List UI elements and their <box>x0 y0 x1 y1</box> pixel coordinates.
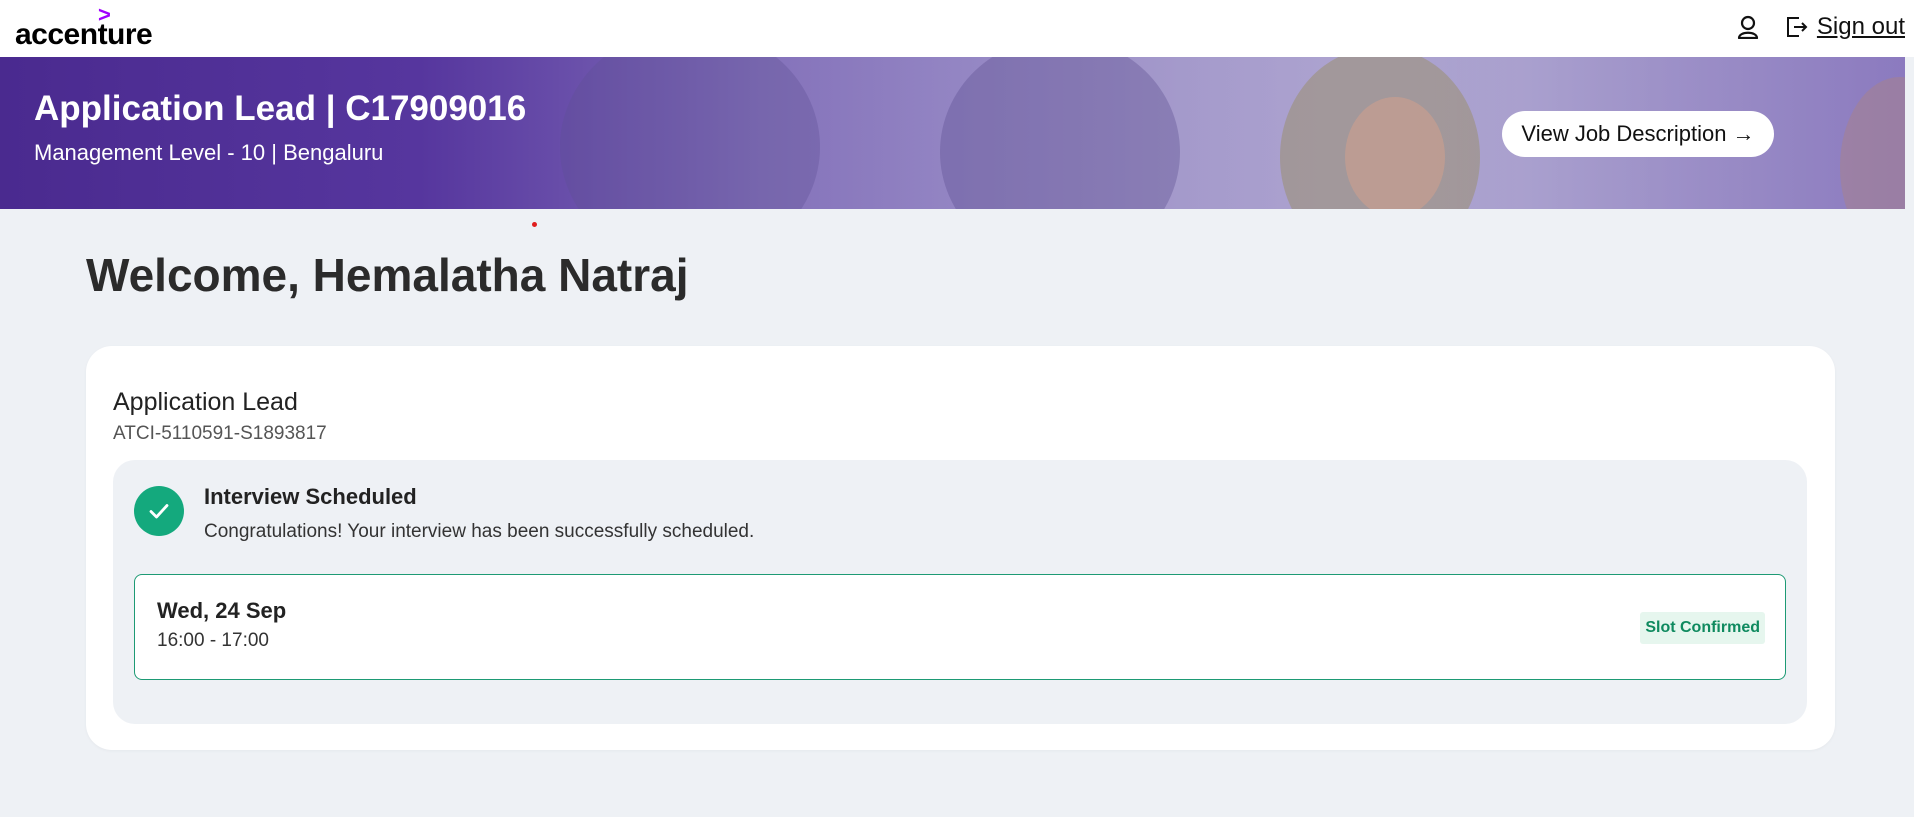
sign-out-icon <box>1786 17 1808 37</box>
banner-photo-shape <box>1345 97 1445 209</box>
job-title-banner: Application Lead | C17909016 <box>34 89 527 128</box>
user-icon <box>1737 15 1759 39</box>
banner-photo-shape <box>560 57 820 209</box>
check-icon <box>149 504 169 519</box>
slot-date: Wed, 24 Sep <box>157 598 287 623</box>
red-dot-marker <box>532 222 537 227</box>
banner-photo-shape <box>1840 77 1905 209</box>
top-actions: Sign out <box>1737 12 1905 42</box>
status-panel: Interview Scheduled Congratulations! You… <box>113 460 1807 724</box>
view-job-description-button[interactable]: View Job Description → <box>1502 111 1774 157</box>
slot-confirmed-badge: Slot Confirmed <box>1640 612 1765 644</box>
status-message: Congratulations! Your interview has been… <box>204 521 755 542</box>
interview-slot[interactable]: Wed, 24 Sep 16:00 - 17:00 Slot Confirmed <box>134 574 1786 680</box>
accenture-logo[interactable]: > accenture <box>15 2 165 51</box>
application-id: ATCI-5110591-S1893817 <box>113 423 327 444</box>
sign-out-label: Sign out <box>1816 13 1905 40</box>
top-bar: > accenture Sign out <box>0 0 1914 57</box>
banner-photo-shape <box>940 57 1180 209</box>
job-subtitle-banner: Management Level - 10 | Bengaluru <box>34 140 384 165</box>
slot-time: 16:00 - 17:00 <box>157 630 269 651</box>
application-card: Application Lead ATCI-5110591-S1893817 I… <box>86 346 1835 750</box>
status-title: Interview Scheduled <box>204 484 417 509</box>
job-banner: Application Lead | C17909016 Management … <box>0 57 1905 209</box>
sign-out-link[interactable]: Sign out <box>1785 13 1905 41</box>
account-button[interactable] <box>1737 15 1759 39</box>
status-check-badge <box>134 486 184 536</box>
logo-text: accenture <box>15 18 153 51</box>
application-title: Application Lead <box>113 388 298 416</box>
welcome-heading: Welcome, Hemalatha Natraj <box>86 249 689 301</box>
